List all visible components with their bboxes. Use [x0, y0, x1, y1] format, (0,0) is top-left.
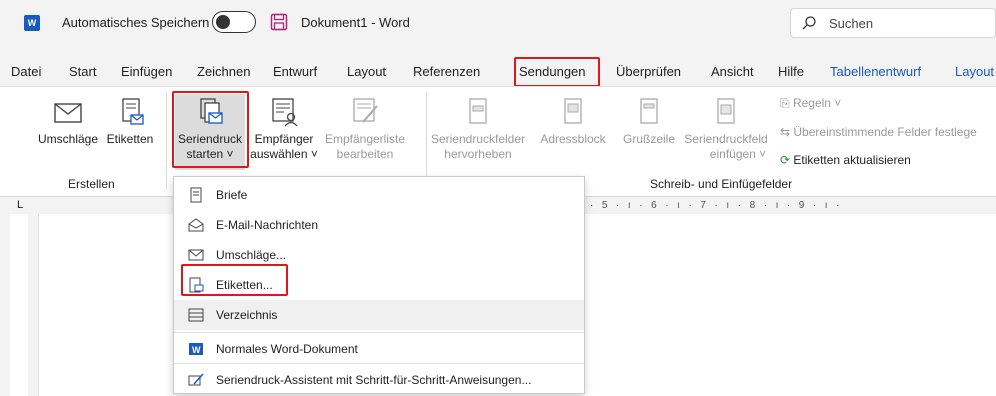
seriendruckfelder-hervorheben-button[interactable]: Seriendruckfelder hervorheben	[427, 96, 529, 162]
search-icon	[802, 16, 816, 30]
tab-stop-icon[interactable]: L	[17, 199, 23, 211]
empfaenger-label-1: Empfänger	[254, 132, 314, 146]
tab-start[interactable]: Start	[69, 64, 96, 79]
feld-einfuegen-label-2: einfügen ˅	[709, 147, 767, 161]
menu-separator	[174, 363, 584, 364]
seriendruck-highlight-box	[172, 91, 249, 168]
feld-einfuegen-label-1: Seriendruckfeld	[684, 132, 768, 146]
tab-ansicht[interactable]: Ansicht	[711, 64, 754, 79]
group-divider	[166, 92, 167, 190]
update-labels-icon: ⟳	[780, 153, 794, 167]
svg-text:W: W	[192, 345, 201, 355]
erstellen-group-label: Erstellen	[68, 177, 115, 191]
sendungen-highlight-box	[514, 57, 600, 87]
highlight-fields-icon	[469, 98, 487, 124]
empfaengerliste-label-2: bearbeiten	[336, 147, 394, 161]
tab-tabellen-layout[interactable]: Layout	[955, 64, 994, 79]
document-title: Dokument1 - Word	[301, 15, 410, 30]
menu-item-normales-dokument[interactable]: W Normales Word-Dokument	[174, 334, 584, 364]
menu-item-label: Umschläge...	[216, 248, 287, 262]
labels-icon	[122, 98, 144, 125]
wizard-icon	[188, 373, 204, 386]
search-box[interactable]: Suchen	[790, 8, 996, 38]
tab-layout[interactable]: Layout	[347, 64, 386, 79]
match-fields-icon: ⇆	[780, 125, 794, 139]
insert-field-icon	[717, 98, 735, 124]
tab-referenzen[interactable]: Referenzen	[413, 64, 480, 79]
letter-icon	[190, 187, 202, 203]
menu-item-label: Verzeichnis	[216, 308, 278, 322]
empfaengerliste-bearbeiten-button[interactable]: Empfängerliste bearbeiten	[318, 96, 412, 162]
search-placeholder: Suchen	[829, 16, 874, 31]
vertical-ruler	[10, 214, 28, 396]
horizontal-ruler: · 5 · ı · 6 · ı · 7 · ı · 8 · ı · 9 · ı …	[590, 200, 841, 211]
greeting-line-icon	[640, 98, 658, 124]
regeln-button[interactable]: ⎘ Regeln ˅	[780, 96, 841, 111]
menu-item-email[interactable]: E-Mail-Nachrichten	[174, 210, 584, 240]
menu-item-label: Briefe	[216, 188, 248, 202]
word-logo-icon: W	[24, 15, 40, 31]
tab-hilfe[interactable]: Hilfe	[778, 64, 804, 79]
address-block-icon	[564, 98, 582, 124]
uebereinstimmende-felder-button[interactable]: ⇆ Übereinstimmende Felder festlege	[780, 125, 977, 139]
tab-entwurf[interactable]: Entwurf	[273, 64, 317, 79]
menu-item-briefe[interactable]: Briefe	[174, 180, 584, 210]
directory-icon	[188, 308, 204, 322]
empfaenger-label-2: auswählen ˅	[250, 147, 318, 161]
empfaenger-auswaehlen-button[interactable]: Empfänger auswählen ˅	[249, 96, 319, 162]
adressblock-label: Adressblock	[540, 132, 606, 146]
menu-item-label: Normales Word-Dokument	[216, 342, 358, 356]
menu-separator	[174, 332, 584, 333]
email-icon	[188, 218, 204, 232]
menu-item-label: E-Mail-Nachrichten	[216, 218, 319, 232]
ribbon-tabs: Datei Start Einfügen Zeichnen Entwurf La…	[0, 56, 996, 86]
etiketten-aktualisieren-button[interactable]: ⟳ Etiketten aktualisieren	[780, 153, 911, 167]
adressblock-button[interactable]: Adressblock	[529, 96, 617, 147]
etiketten-highlight-box	[181, 264, 288, 296]
tab-ueberpruefen[interactable]: Überprüfen	[616, 64, 681, 79]
edit-list-icon	[353, 98, 378, 123]
autosave-label: Automatisches Speichern	[62, 15, 210, 30]
rules-icon: ⎘	[780, 96, 793, 110]
recipients-icon	[272, 98, 298, 127]
etiketten-button[interactable]: Etiketten	[102, 96, 158, 147]
felder-hervorheben-label-2: hervorheben	[444, 147, 512, 161]
grusszeile-label: Grußzeile	[622, 132, 675, 146]
tab-zeichnen[interactable]: Zeichnen	[197, 64, 250, 79]
seriendruckfeld-einfuegen-button[interactable]: Seriendruckfeld einfügen ˅	[681, 96, 771, 162]
felder-hervorheben-label-1: Seriendruckfelder	[430, 132, 526, 146]
empfaengerliste-label-1: Empfängerliste	[324, 132, 406, 146]
envelope-icon	[188, 249, 204, 261]
umschlaege-label: Umschläge	[37, 132, 99, 146]
tab-einfuegen[interactable]: Einfügen	[121, 64, 172, 79]
grusszeile-button[interactable]: Grußzeile	[617, 96, 681, 147]
menu-item-verzeichnis[interactable]: Verzeichnis	[174, 300, 584, 330]
toggle-knob	[216, 15, 230, 29]
regeln-label: Regeln ˅	[792, 96, 842, 110]
menu-item-label: Seriendruck-Assistent mit Schritt-für-Sc…	[216, 373, 532, 387]
menu-item-assistent[interactable]: Seriendruck-Assistent mit Schritt-für-Sc…	[174, 365, 584, 395]
autosave-toggle[interactable]	[212, 11, 256, 33]
save-icon[interactable]	[270, 13, 288, 31]
title-bar: W Automatisches Speichern Dokument1 - Wo…	[0, 0, 996, 46]
word-document-icon: W	[189, 343, 203, 355]
etiketten-aktualisieren-label: Etiketten aktualisieren	[793, 153, 911, 167]
envelope-icon	[54, 103, 82, 123]
uebereinstimmende-label: Übereinstimmende Felder festlege	[793, 125, 977, 139]
etiketten-label: Etiketten	[106, 132, 154, 146]
umschlaege-button[interactable]: Umschläge	[33, 96, 103, 147]
tab-datei[interactable]: Datei	[11, 64, 41, 79]
schreib-group-label: Schreib- und Einfügefelder	[650, 177, 793, 191]
tab-tabellenentwurf[interactable]: Tabellenentwurf	[830, 64, 921, 79]
